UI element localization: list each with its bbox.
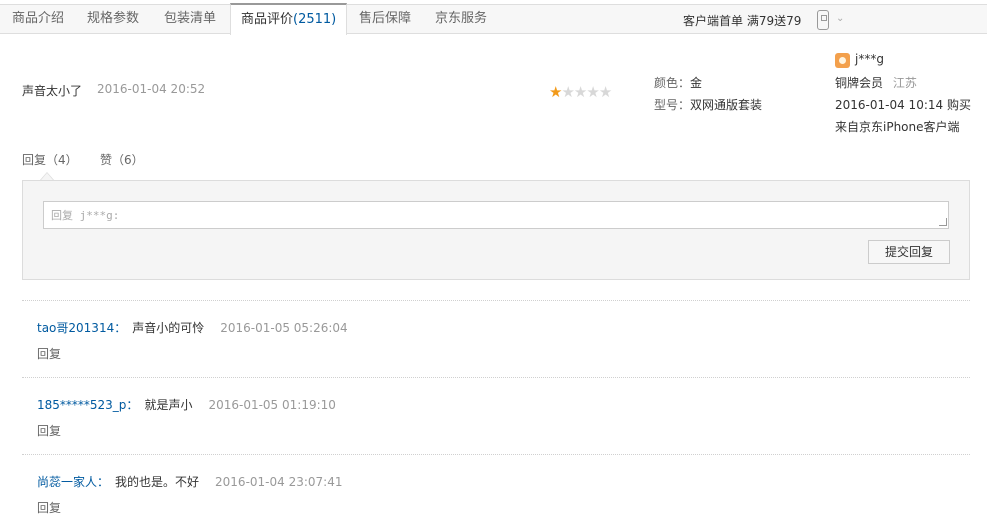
reviewer-meta: 铜牌会员 江苏 — [835, 74, 917, 91]
reply-item: tao哥201314： 声音小的可怜 2016-01-05 05:26:04 — [37, 319, 348, 336]
attr-color: 颜色：金 — [654, 74, 702, 91]
reply-box-caret — [40, 172, 54, 180]
attr-model: 型号：双网通版套装 — [654, 96, 762, 113]
reply-date: 2016-01-05 01:19:10 — [208, 398, 336, 412]
user-avatar-icon — [835, 53, 850, 68]
submit-reply-button[interactable]: 提交回复 — [868, 240, 950, 264]
resize-handle[interactable] — [939, 218, 947, 226]
reply-content: 声音小的可怜 — [132, 321, 205, 335]
star-icon: ★ — [561, 83, 574, 101]
reply-author[interactable]: tao哥201314： — [37, 321, 126, 335]
reply-toggle-link[interactable]: 回复（4） — [22, 151, 78, 168]
star-icon: ★ — [598, 83, 612, 101]
product-tab-bar: 商品介绍 规格参数 包装清单 商品评价(2511) 售后保障 京东服务 客户端首… — [0, 3, 987, 35]
review-content: 声音太小了 — [22, 84, 83, 98]
reply-date: 2016-01-05 05:26:04 — [220, 321, 348, 335]
chevron-down-icon[interactable]: ⌄ — [836, 13, 844, 24]
app-promo-text[interactable]: 客户端首单 满79送79 — [683, 12, 801, 29]
divider — [22, 454, 970, 455]
attr-color-value: 金 — [690, 76, 703, 90]
tab-reviews-label: 商品评价 — [241, 12, 294, 27]
reply-button[interactable]: 回复 — [37, 345, 61, 362]
attr-model-key: 型号： — [654, 98, 691, 112]
reply-content: 我的也是。不好 — [115, 475, 200, 489]
reply-date: 2016-01-04 23:07:41 — [215, 475, 343, 489]
divider — [22, 377, 970, 378]
reply-button[interactable]: 回复 — [37, 499, 61, 516]
tab-reviews-count: (2511) — [293, 12, 337, 27]
attr-model-value: 双网通版套装 — [690, 98, 763, 112]
reply-author[interactable]: 185*****523_p： — [37, 398, 138, 412]
reply-form: 回复 j***g: 提交回复 — [22, 180, 970, 280]
tab-specs[interactable]: 规格参数 — [87, 5, 139, 33]
tab-reviews[interactable]: 商品评价(2511) — [230, 3, 348, 35]
attr-color-key: 颜色： — [654, 76, 691, 90]
reply-content: 就是声小 — [144, 398, 193, 412]
divider — [22, 300, 970, 301]
reply-item: 185*****523_p： 就是声小 2016-01-05 01:19:10 — [37, 396, 336, 413]
star-icon: ★ — [573, 83, 587, 101]
star-icon: ★ — [549, 83, 562, 101]
reply-textarea[interactable]: 回复 j***g: — [43, 201, 949, 229]
reply-item: 尚蕊一家人： 我的也是。不好 2016-01-04 23:07:41 — [37, 473, 342, 490]
star-rating: ★★★★★ — [549, 83, 612, 101]
tab-after-sales[interactable]: 售后保障 — [359, 5, 411, 33]
purchase-date: 2016-01-04 10:14 购买 — [835, 98, 971, 112]
reviewer-name[interactable]: j***g — [855, 52, 884, 66]
phone-icon[interactable] — [817, 10, 829, 30]
reply-author[interactable]: 尚蕊一家人： — [37, 475, 109, 489]
tab-product-intro[interactable]: 商品介绍 — [12, 5, 64, 33]
tab-package-list[interactable]: 包装清单 — [164, 5, 216, 33]
reviewer-level: 铜牌会员 — [835, 76, 884, 90]
review-source: 来自京东iPhone客户端 — [835, 120, 960, 134]
like-link[interactable]: 赞（6） — [100, 151, 144, 168]
reviewer-location: 江苏 — [892, 76, 917, 90]
review-date: 2016-01-04 20:52 — [97, 82, 206, 96]
reply-button[interactable]: 回复 — [37, 422, 61, 439]
tab-jd-service[interactable]: 京东服务 — [435, 5, 487, 33]
star-icon: ★ — [586, 83, 599, 101]
